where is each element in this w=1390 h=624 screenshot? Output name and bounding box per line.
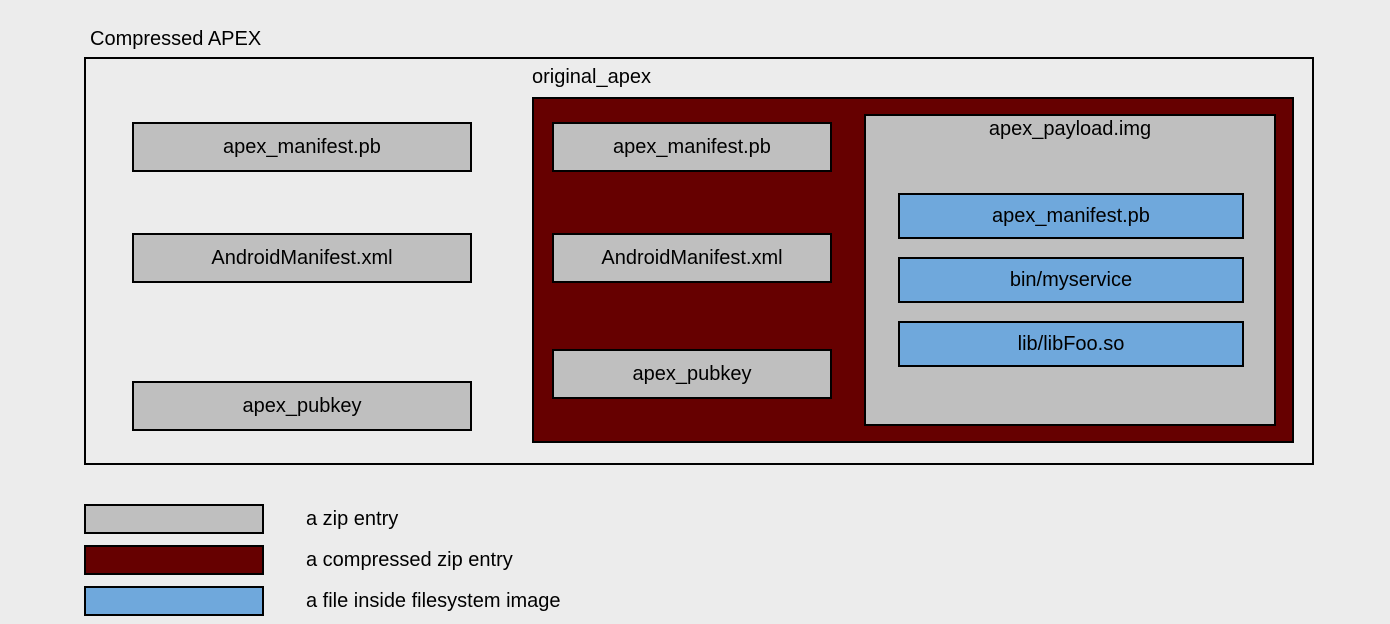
payload-file-apex-manifest: apex_manifest.pb	[898, 193, 1244, 239]
legend-swatch-compressed	[84, 545, 264, 575]
legend-label-zip: a zip entry	[306, 508, 398, 531]
diagram-title: Compressed APEX	[90, 28, 261, 51]
payload-file-label: apex_manifest.pb	[992, 205, 1150, 228]
payload-file-label: bin/myservice	[1010, 269, 1132, 292]
legend-swatch-file	[84, 586, 264, 616]
zip-entry-apex-manifest: apex_manifest.pb	[132, 122, 472, 172]
zip-entry-label: AndroidManifest.xml	[601, 247, 782, 270]
zip-entry-label: apex_manifest.pb	[613, 136, 771, 159]
legend-label-compressed: a compressed zip entry	[306, 549, 513, 572]
payload-file-bin-myservice: bin/myservice	[898, 257, 1244, 303]
zip-entry-apex-pubkey: apex_pubkey	[132, 381, 472, 431]
compressed-zip-entry-apex-manifest: apex_manifest.pb	[552, 122, 832, 172]
original-apex-label: original_apex	[532, 66, 651, 89]
zip-entry-label: apex_pubkey	[633, 363, 752, 386]
compressed-zip-entry-apex-pubkey: apex_pubkey	[552, 349, 832, 399]
payload-file-label: lib/libFoo.so	[1018, 333, 1125, 356]
apex-payload-title: apex_payload.img	[864, 118, 1276, 141]
legend-label-file: a file inside filesystem image	[306, 590, 561, 613]
zip-entry-label: apex_manifest.pb	[223, 136, 381, 159]
legend-swatch-zip	[84, 504, 264, 534]
payload-file-lib-libfoo: lib/libFoo.so	[898, 321, 1244, 367]
zip-entry-label: apex_pubkey	[243, 395, 362, 418]
compressed-zip-entry-android-manifest: AndroidManifest.xml	[552, 233, 832, 283]
zip-entry-android-manifest: AndroidManifest.xml	[132, 233, 472, 283]
zip-entry-label: AndroidManifest.xml	[211, 247, 392, 270]
